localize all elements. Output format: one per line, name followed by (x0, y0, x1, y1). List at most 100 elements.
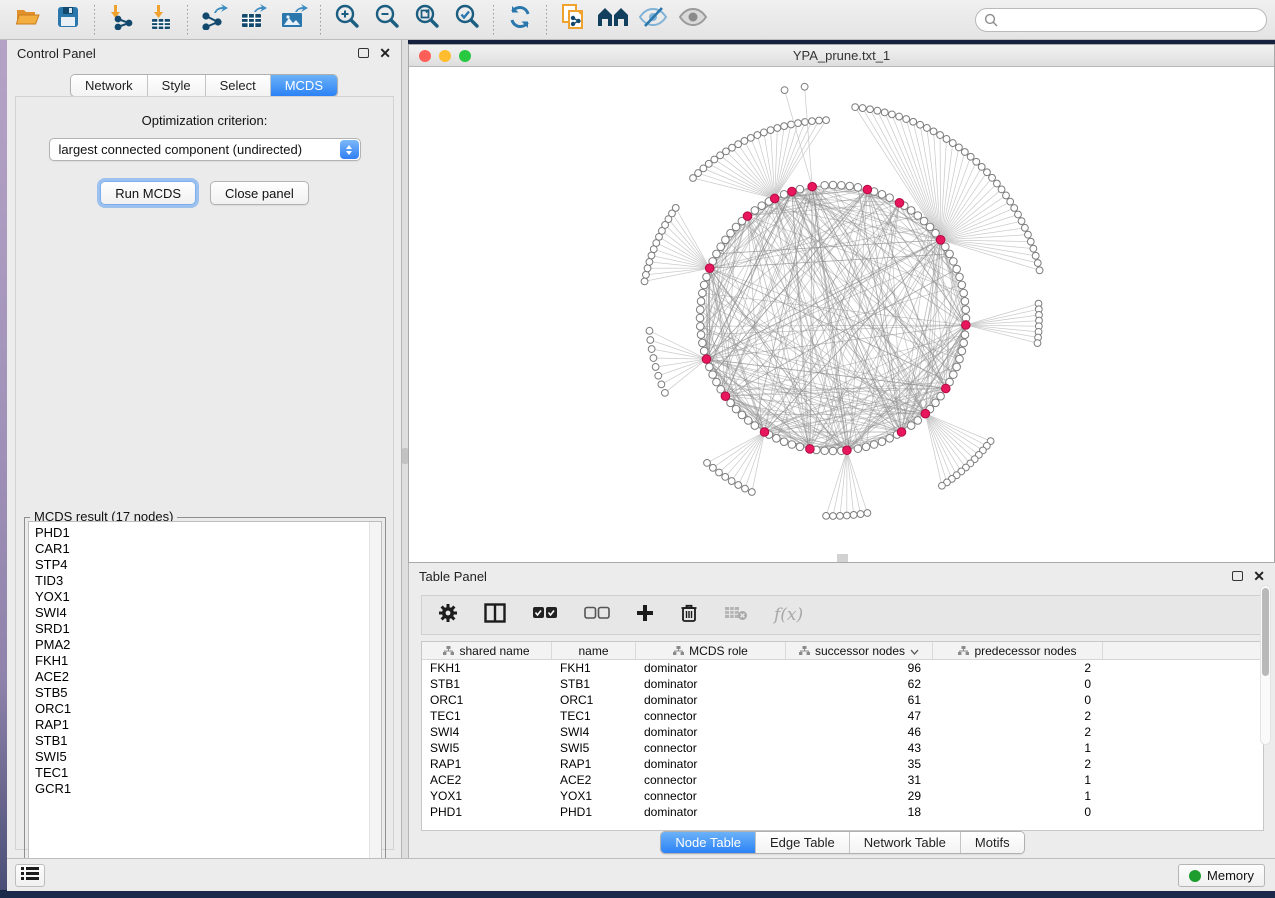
network-node[interactable] (751, 207, 759, 215)
leaf-node[interactable] (728, 478, 735, 485)
network-node[interactable] (703, 273, 711, 281)
network-node[interactable] (796, 185, 804, 193)
mcds-result-item[interactable]: SRD1 (35, 621, 381, 637)
leaf-node[interactable] (781, 87, 788, 94)
network-node[interactable] (920, 217, 928, 225)
network-node[interactable] (706, 363, 714, 371)
leaf-node[interactable] (1007, 198, 1014, 205)
network-node[interactable] (958, 347, 966, 355)
leaf-node[interactable] (973, 158, 980, 165)
leaf-node[interactable] (943, 136, 950, 143)
memory-button[interactable]: Memory (1178, 864, 1265, 887)
delete-table-icon[interactable] (724, 605, 748, 626)
table-row[interactable]: PHD1PHD1dominator180 (422, 804, 1263, 820)
mcds-hub-node[interactable] (788, 187, 797, 196)
network-node[interactable] (821, 181, 829, 189)
leaf-node[interactable] (647, 337, 654, 344)
leaf-node[interactable] (923, 125, 930, 132)
network-node[interactable] (696, 306, 704, 314)
import-table-button[interactable] (141, 4, 181, 36)
network-node[interactable] (878, 438, 886, 446)
leaf-node[interactable] (881, 109, 888, 116)
function-builder-icon[interactable]: f(x) (774, 605, 803, 625)
network-node[interactable] (953, 363, 961, 371)
mcds-result-item[interactable]: TEC1 (35, 765, 381, 781)
network-node[interactable] (722, 236, 730, 244)
leaf-node[interactable] (955, 144, 962, 151)
copy-network-button[interactable] (553, 4, 593, 36)
mcds-hub-node[interactable] (863, 185, 872, 194)
close-panel-button[interactable]: Close panel (210, 181, 309, 205)
network-node[interactable] (907, 422, 915, 430)
tab-motifs[interactable]: Motifs (961, 832, 1024, 853)
scrollbar-thumb[interactable] (1262, 588, 1269, 676)
close-panel-icon[interactable]: ✕ (1253, 571, 1265, 581)
mcds-result-item[interactable]: TID3 (35, 573, 381, 589)
deselect-all-icon[interactable] (584, 606, 610, 625)
network-node[interactable] (956, 355, 964, 363)
mcds-result-item[interactable]: ACE2 (35, 669, 381, 685)
leaf-node[interactable] (830, 513, 837, 520)
import-network-button[interactable] (101, 4, 141, 36)
mcds-result-item[interactable]: CAR1 (35, 541, 381, 557)
table-scrollbar[interactable] (1260, 585, 1271, 745)
float-panel-icon[interactable] (358, 48, 369, 58)
column-header-MCDS-role[interactable]: MCDS role (636, 642, 786, 659)
leaf-node[interactable] (903, 116, 910, 123)
network-node[interactable] (697, 298, 705, 306)
leaf-node[interactable] (917, 121, 924, 128)
table-row[interactable]: RAP1RAP1dominator352 (422, 756, 1263, 772)
export-table-button[interactable] (234, 4, 274, 36)
leaf-node[interactable] (809, 118, 816, 125)
leaf-node[interactable] (716, 469, 723, 476)
network-node[interactable] (773, 435, 781, 443)
apply-style-button[interactable] (500, 4, 540, 36)
network-node[interactable] (926, 223, 934, 231)
leaf-node[interactable] (643, 271, 650, 278)
list-scrollbar-track[interactable] (369, 522, 381, 881)
table-row[interactable]: SWI5SWI5connector431 (422, 740, 1263, 756)
mcds-hub-node[interactable] (936, 236, 945, 245)
leaf-node[interactable] (998, 186, 1005, 193)
leaf-node[interactable] (1003, 192, 1010, 199)
mcds-result-list[interactable]: PHD1CAR1STP4TID3YOX1SWI4SRD1PMA2FKH1ACE2… (28, 521, 382, 882)
network-node[interactable] (956, 273, 964, 281)
tab-select[interactable]: Select (206, 75, 271, 96)
optimization-criterion-select[interactable]: largest connected component (undirected) (49, 138, 361, 161)
network-node[interactable] (780, 438, 788, 446)
leaf-node[interactable] (1021, 224, 1028, 231)
network-node[interactable] (886, 194, 894, 202)
export-image-button[interactable] (274, 4, 314, 36)
column-header-name[interactable]: name (552, 642, 636, 659)
network-node[interactable] (751, 422, 759, 430)
network-node[interactable] (961, 331, 969, 339)
mcds-hub-node[interactable] (808, 182, 817, 191)
network-node[interactable] (696, 323, 704, 331)
leaf-node[interactable] (781, 123, 788, 130)
canvas-grip[interactable] (837, 554, 848, 562)
leaf-node[interactable] (867, 106, 874, 113)
mcds-result-item[interactable]: PMA2 (35, 637, 381, 653)
show-columns-icon[interactable] (484, 603, 506, 628)
mcds-result-item[interactable]: STB5 (35, 685, 381, 701)
leaf-node[interactable] (1030, 245, 1037, 252)
table-row[interactable]: ACE2ACE2connector311 (422, 772, 1263, 788)
network-node[interactable] (796, 443, 804, 451)
network-node[interactable] (697, 331, 705, 339)
table-row[interactable]: TEC1TEC1connector472 (422, 708, 1263, 724)
leaf-node[interactable] (816, 117, 823, 124)
network-node[interactable] (709, 371, 717, 379)
network-node[interactable] (961, 298, 969, 306)
mcds-hub-node[interactable] (743, 212, 752, 221)
network-node[interactable] (960, 289, 968, 297)
network-node[interactable] (696, 314, 704, 322)
network-node[interactable] (732, 405, 740, 413)
leaf-node[interactable] (949, 140, 956, 147)
create-column-plus-icon[interactable] (636, 604, 654, 627)
leaf-node[interactable] (852, 104, 859, 111)
column-header-shared-name[interactable]: shared name (422, 642, 552, 659)
leaf-node[interactable] (1034, 340, 1041, 347)
network-node[interactable] (958, 281, 966, 289)
show-all-button[interactable] (673, 4, 713, 36)
leaf-node[interactable] (652, 364, 659, 371)
